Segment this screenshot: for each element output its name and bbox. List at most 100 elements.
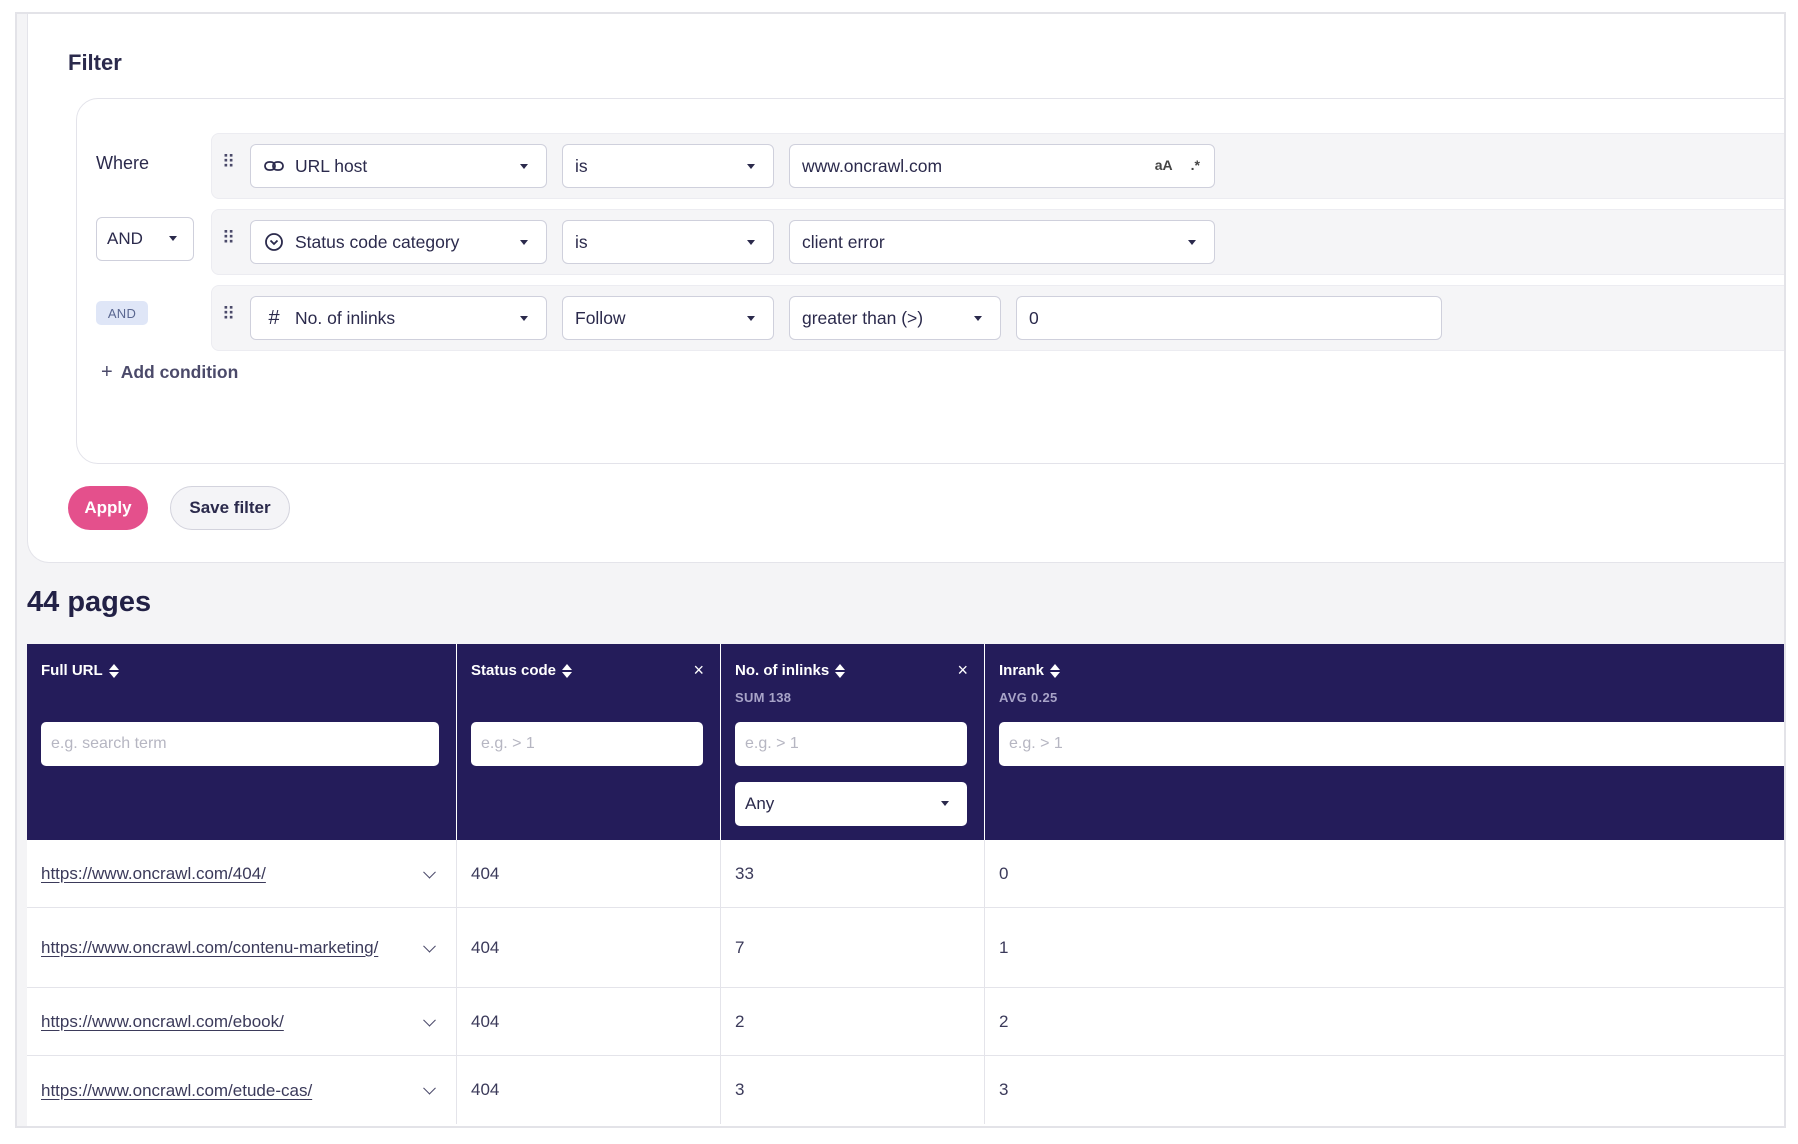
operator-select-label: is bbox=[575, 155, 588, 176]
regex-toggle[interactable]: .* bbox=[1191, 157, 1200, 173]
sort-icon[interactable] bbox=[108, 663, 119, 678]
condition-row-3: ⠿ # No. of inlinks Follow greater than (… bbox=[211, 285, 1784, 351]
drag-handle-icon[interactable]: ⠿ bbox=[222, 304, 235, 325]
status-filter-input[interactable] bbox=[471, 722, 703, 766]
chevron-down-icon bbox=[520, 240, 528, 245]
column-header-status-code: Status code × bbox=[457, 644, 721, 840]
status-cell: 404 bbox=[457, 840, 721, 907]
table-row: https://www.oncrawl.com/ebook/ 404 2 2 bbox=[27, 988, 1784, 1056]
field-select-label: No. of inlinks bbox=[295, 307, 396, 328]
inlinks-cell: 7 bbox=[721, 908, 985, 987]
comparator-select[interactable]: greater than (>) bbox=[789, 296, 1001, 340]
inlinks-cell: 3 bbox=[721, 1056, 985, 1124]
url-link[interactable]: https://www.oncrawl.com/404/ bbox=[41, 861, 266, 886]
url-cell: https://www.oncrawl.com/contenu-marketin… bbox=[27, 908, 457, 987]
operator-select[interactable]: is bbox=[562, 144, 774, 188]
results-count: 44 pages bbox=[27, 586, 152, 618]
condition-row-2: ⠿ Status code category is client error bbox=[211, 209, 1784, 275]
column-title[interactable]: Inrank bbox=[999, 662, 1061, 679]
column-title-text: No. of inlinks bbox=[735, 662, 830, 679]
operator-select[interactable]: is bbox=[562, 220, 774, 264]
app-frame: Filter Where ⠿ URL host is www.oncrawl.c… bbox=[15, 12, 1786, 1128]
table-row: https://www.oncrawl.com/etude-cas/ 404 3… bbox=[27, 1056, 1784, 1124]
chevron-down-icon[interactable] bbox=[423, 865, 436, 879]
link-type-select-label: Follow bbox=[575, 307, 626, 328]
chevron-down-icon bbox=[747, 164, 755, 169]
close-icon[interactable]: × bbox=[693, 660, 704, 681]
status-cell: 404 bbox=[457, 908, 721, 987]
url-cell: https://www.oncrawl.com/etude-cas/ bbox=[27, 1056, 457, 1124]
chevron-down-icon[interactable] bbox=[423, 1013, 436, 1027]
chevron-down-icon bbox=[747, 316, 755, 321]
value-select-label: client error bbox=[802, 231, 885, 252]
filter-title: Filter bbox=[68, 50, 122, 75]
field-select-label: URL host bbox=[295, 155, 368, 176]
url-filter-input[interactable] bbox=[41, 722, 439, 766]
chevron-down-icon[interactable] bbox=[423, 939, 436, 953]
sort-icon[interactable] bbox=[835, 663, 846, 678]
drag-handle-icon[interactable]: ⠿ bbox=[222, 152, 235, 173]
drag-handle-icon[interactable]: ⠿ bbox=[222, 228, 235, 249]
chevron-down-icon bbox=[520, 316, 528, 321]
chevron-down-icon bbox=[747, 240, 755, 245]
circle-chevron-icon bbox=[263, 231, 285, 253]
inlinks-cell: 33 bbox=[721, 840, 985, 907]
condition-row-1: ⠿ URL host is www.oncrawl.com aA .* bbox=[211, 133, 1784, 199]
link-type-select[interactable]: Follow bbox=[562, 296, 774, 340]
column-title[interactable]: Status code bbox=[471, 662, 573, 679]
column-header-inlinks: No. of inlinks SUM 138 × Any bbox=[721, 644, 985, 840]
sort-icon[interactable] bbox=[562, 663, 573, 678]
save-filter-button[interactable]: Save filter bbox=[170, 486, 290, 530]
results-table: Full URL Status code × No. of inlinks bbox=[27, 644, 1784, 1126]
inlinks-filter-input[interactable] bbox=[735, 722, 967, 766]
inrank-cell: 2 bbox=[999, 1011, 1009, 1031]
close-icon[interactable]: × bbox=[957, 660, 968, 681]
inlinks-cell: 2 bbox=[721, 988, 985, 1055]
value-input[interactable]: www.oncrawl.com aA .* bbox=[789, 144, 1215, 188]
inrank-filter-input[interactable] bbox=[999, 722, 1784, 766]
plus-icon: + bbox=[101, 361, 113, 383]
comparator-select-label: greater than (>) bbox=[802, 307, 924, 328]
value-input[interactable]: 0 bbox=[1016, 296, 1442, 340]
column-header-inrank: Inrank AVG 0.25 bbox=[985, 644, 1784, 840]
column-title-text: Inrank bbox=[999, 662, 1045, 679]
column-title[interactable]: No. of inlinks bbox=[735, 662, 846, 679]
field-select[interactable]: Status code category bbox=[250, 220, 547, 264]
url-link[interactable]: https://www.oncrawl.com/etude-cas/ bbox=[41, 1078, 312, 1103]
status-cell: 404 bbox=[457, 1056, 721, 1124]
field-select[interactable]: # No. of inlinks bbox=[250, 296, 547, 340]
column-title[interactable]: Full URL bbox=[41, 662, 119, 679]
url-link[interactable]: https://www.oncrawl.com/contenu-marketin… bbox=[41, 935, 378, 960]
chevron-down-icon[interactable] bbox=[423, 1081, 436, 1095]
field-select-label: Status code category bbox=[295, 231, 460, 252]
inlinks-type-select-label: Any bbox=[745, 794, 775, 813]
connector-select-label: AND bbox=[107, 229, 143, 248]
url-cell: https://www.oncrawl.com/ebook/ bbox=[27, 988, 457, 1055]
field-select[interactable]: URL host bbox=[250, 144, 547, 188]
chevron-down-icon bbox=[941, 801, 949, 806]
value-select[interactable]: client error bbox=[789, 220, 1215, 264]
inlinks-type-select[interactable]: Any bbox=[735, 782, 967, 826]
url-link[interactable]: https://www.oncrawl.com/ebook/ bbox=[41, 1009, 284, 1034]
conditions-box: Where ⠿ URL host is www.oncrawl.com aA .… bbox=[76, 98, 1784, 464]
case-sensitive-toggle[interactable]: aA bbox=[1155, 157, 1173, 173]
inrank-cell: 0 bbox=[999, 863, 1009, 883]
table-row: https://www.oncrawl.com/404/ 404 33 0 bbox=[27, 840, 1784, 908]
apply-button[interactable]: Apply bbox=[68, 486, 148, 530]
column-header-full-url: Full URL bbox=[27, 644, 457, 840]
sort-icon[interactable] bbox=[1050, 663, 1061, 678]
inrank-cell: 3 bbox=[999, 1080, 1009, 1099]
operator-select-label: is bbox=[575, 231, 588, 252]
column-title-text: Status code bbox=[471, 662, 557, 679]
table-row: https://www.oncrawl.com/contenu-marketin… bbox=[27, 908, 1784, 988]
filter-panel: Filter Where ⠿ URL host is www.oncrawl.c… bbox=[27, 14, 1784, 563]
hash-icon: # bbox=[268, 306, 280, 329]
where-label: Where bbox=[96, 153, 150, 173]
add-condition-button[interactable]: + Add condition bbox=[101, 361, 238, 384]
column-title-text: Full URL bbox=[41, 662, 103, 679]
connector-select[interactable]: AND bbox=[96, 217, 194, 261]
value-input-text: www.oncrawl.com bbox=[802, 155, 943, 176]
chevron-down-icon bbox=[974, 316, 982, 321]
inrank-cell: 1 bbox=[999, 937, 1009, 957]
status-cell: 404 bbox=[457, 988, 721, 1055]
